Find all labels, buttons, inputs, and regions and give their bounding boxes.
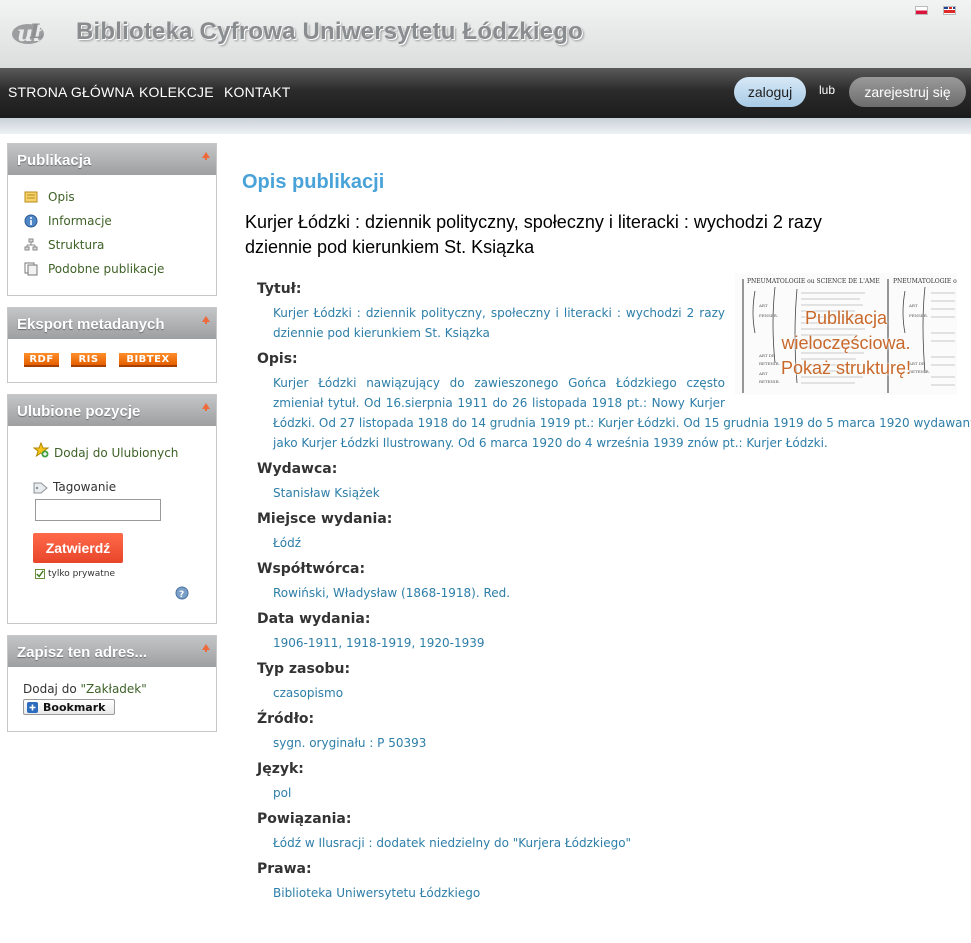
collapse-arrow-icon[interactable] — [202, 152, 210, 160]
add-favorite-star-icon — [33, 442, 49, 458]
login-button[interactable]: zaloguj — [734, 77, 806, 107]
field-label-description: Opis: — [257, 351, 298, 367]
thumbnail-overlay-line: Publikacja — [804, 308, 888, 328]
field-value-source[interactable]: sygn. oryginału : P 50393 — [273, 733, 426, 753]
svg-text:L: L — [29, 19, 44, 43]
field-value-description: Kurjer Łódzki nawiązujący do zawieszoneg… — [273, 373, 971, 453]
field-label-publisher: Wydawca: — [257, 461, 338, 477]
field-value-publisher[interactable]: Stanisław Książek — [273, 483, 380, 503]
description-line: zmieniał tytuł. Od 16.sierpnia 1911 do 2… — [273, 396, 725, 410]
bookmark-prefix: Dodaj do — [23, 682, 81, 696]
field-value-relations[interactable]: Łódź w Ilusracji : dodatek niedzielny do… — [273, 833, 631, 853]
svg-text:PNEUMATOLOGIE ou: PNEUMATOLOGIE ou — [893, 278, 957, 285]
or-label: lub — [819, 83, 836, 97]
nav-contact[interactable]: KONTAKT — [224, 84, 290, 100]
field-value-place[interactable]: Łódź — [273, 533, 301, 553]
description-line: Kurjer Łódzki nawiązujący do zawieszoneg… — [273, 376, 725, 390]
svg-text:?: ? — [179, 590, 184, 600]
similar-publications-icon — [24, 262, 38, 276]
bookmark-box-header[interactable]: Zapisz ten adres... — [8, 636, 216, 667]
field-label-relations: Powiązania: — [257, 811, 352, 827]
bookmarks-link[interactable]: "Zakładek" — [80, 682, 146, 696]
sidebar-item-informacje[interactable]: Informacje — [48, 214, 112, 228]
polish-flag-icon[interactable] — [915, 6, 928, 15]
favorites-box-header[interactable]: Ulubione pozycje — [8, 395, 216, 426]
nav-shadow-bar — [0, 118, 971, 134]
field-value-type[interactable]: czasopismo — [273, 683, 343, 703]
field-label-date: Data wydania: — [257, 611, 371, 627]
add-to-favorites-link[interactable]: Dodaj do Ulubionych — [54, 446, 178, 460]
description-icon — [24, 191, 38, 203]
tagging-label: Tagowanie — [53, 480, 117, 494]
export-bibtex-button[interactable]: BIBTEX — [119, 353, 177, 367]
tag-icon — [33, 482, 48, 494]
publication-box: Publikacja Opis Informacje Struktura Pod… — [7, 143, 217, 296]
field-value-language[interactable]: pol — [273, 783, 291, 803]
favorites-box-title: Ulubione pozycje — [17, 403, 141, 420]
publication-box-header[interactable]: Publikacja — [8, 144, 216, 175]
field-value-contributor[interactable]: Rowiński, Władysław (1868-1918). Red. — [273, 583, 510, 603]
field-label-source: Źródło: — [257, 711, 315, 727]
publication-title-line: Kurjer Łódzki : dziennik polityczny, spo… — [245, 212, 822, 232]
nav-home[interactable]: STRONA GŁÓWNA — [8, 84, 134, 100]
multipart-publication-note[interactable]: Publikacja wieloczęściowa. Pokaż struktu… — [735, 306, 957, 381]
info-icon — [24, 214, 38, 228]
nav-collections[interactable]: KOLEKCJE — [139, 84, 214, 100]
field-label-language: Język: — [257, 761, 304, 777]
field-value-title[interactable]: Kurjer Łódzki : dziennik polityczny, spo… — [273, 303, 725, 343]
plus-icon — [27, 702, 38, 713]
field-value-date[interactable]: 1906-1911, 1918-1919, 1920-1939 — [273, 633, 484, 653]
english-flag-icon[interactable] — [943, 6, 956, 15]
sidebar-item-opis[interactable]: Opis — [48, 190, 75, 204]
field-label-contributor: Współtwórca: — [257, 561, 366, 577]
description-line: jako Kurjer Łódzki Ilustrowany. Od 6 mar… — [273, 436, 828, 450]
bookmark-button-label: Bookmark — [43, 701, 106, 714]
private-label: tylko prywatne — [48, 569, 115, 579]
sidebar-item-struktura[interactable]: Struktura — [48, 238, 104, 252]
section-title: Opis publikacji — [242, 171, 385, 193]
bookmark-box: Zapisz ten adres... Dodaj do "Zakładek" … — [7, 635, 217, 732]
bookmark-box-title: Zapisz ten adres... — [17, 644, 148, 661]
private-checkbox[interactable] — [35, 569, 45, 579]
site-header: uł L Biblioteka Cyfrowa Uniwersytetu Łód… — [0, 0, 971, 68]
main-nav: STRONA GŁÓWNA KOLEKCJE KONTAKT zaloguj l… — [0, 68, 971, 118]
publication-title-line: dziennie pod kierunkiem St. Ksiązka — [245, 237, 535, 257]
library-logo-icon[interactable]: uł L — [8, 14, 60, 48]
description-line: Łódzki. Od 27 listopada 1918 do 14 grudn… — [273, 416, 971, 430]
favorites-box: Ulubione pozycje Dodaj do Ulubionych Tag… — [7, 394, 217, 624]
field-label-rights: Prawa: — [257, 861, 312, 877]
export-box: Eksport metadanych RDF RIS BIBTEX — [7, 307, 217, 383]
field-label-title: Tytuł: — [257, 281, 302, 297]
field-value-rights[interactable]: Biblioteka Uniwersytetu Łódzkiego — [273, 883, 480, 903]
help-icon[interactable]: ? — [175, 586, 189, 600]
register-button[interactable]: zarejestruj się — [849, 77, 966, 107]
sidebar-item-similar[interactable]: Podobne publikacje — [48, 262, 164, 276]
export-ris-button[interactable]: RIS — [71, 353, 106, 367]
export-rdf-button[interactable]: RDF — [24, 353, 59, 367]
field-label-place: Miejsce wydania: — [257, 511, 393, 527]
collapse-arrow-icon[interactable] — [202, 316, 210, 324]
collapse-arrow-icon[interactable] — [202, 403, 210, 411]
structure-icon — [24, 238, 38, 251]
thumbnail-overlay-line: wieloczęściowa. — [781, 333, 911, 353]
field-label-type: Typ zasobu: — [257, 661, 351, 677]
export-box-title: Eksport metadanych — [17, 316, 165, 333]
submit-button[interactable]: Zatwierdź — [33, 533, 123, 563]
publication-box-title: Publikacja — [17, 152, 92, 169]
bookmark-button[interactable]: Bookmark — [23, 699, 115, 715]
publication-title: Kurjer Łódzki : dziennik polityczny, spo… — [245, 210, 970, 260]
collapse-arrow-icon[interactable] — [202, 644, 210, 652]
svg-text:PNEUMATOLOGIE ou SCIENCE DE L': PNEUMATOLOGIE ou SCIENCE DE L'AME — [747, 278, 880, 285]
bookmark-text: Dodaj do "Zakładek" — [23, 682, 147, 696]
export-box-header[interactable]: Eksport metadanych — [8, 308, 216, 339]
tag-input[interactable] — [35, 499, 161, 521]
site-title[interactable]: Biblioteka Cyfrowa Uniwersytetu Łódzkieg… — [76, 18, 583, 46]
